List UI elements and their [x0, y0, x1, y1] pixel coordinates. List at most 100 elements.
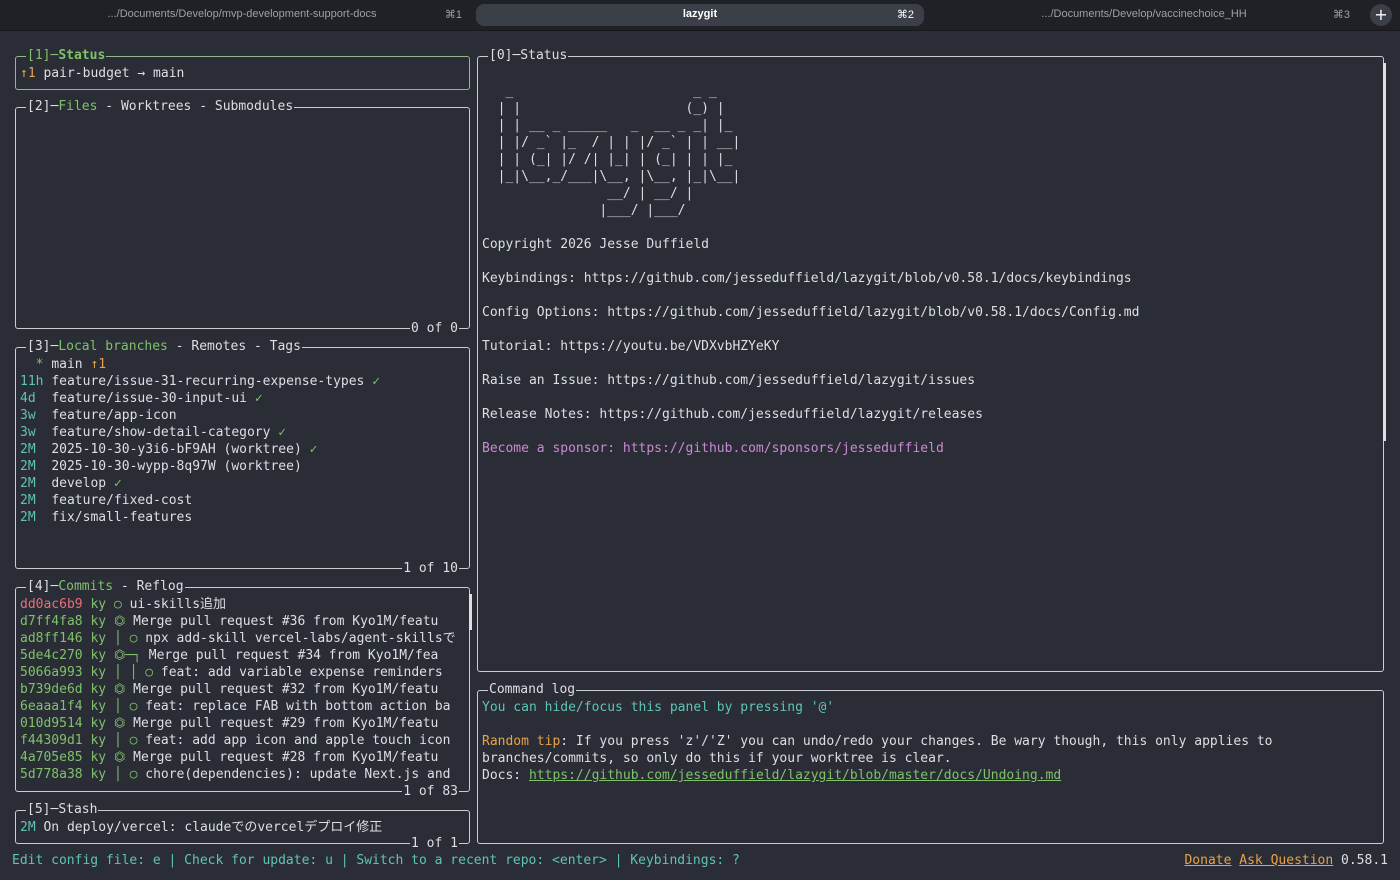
commit-row[interactable]: dd0ac6b9 ky ○ ui-skills追加 [20, 596, 465, 613]
main-scrollbar[interactable] [1383, 63, 1386, 441]
info-link[interactable]: Keybindings: https://github.com/jesseduf… [482, 270, 1379, 287]
version-text: 0.58.1 [1341, 853, 1388, 868]
branch-row[interactable]: 2M 2025-10-30-y3i6-bF9AH (worktree) ✓ [20, 441, 465, 458]
commit-row[interactable]: d7ff4fa8 ky ⏣ Merge pull request #36 fro… [20, 613, 465, 630]
info-link[interactable]: Release Notes: https://github.com/jessed… [482, 406, 1379, 423]
commit-row[interactable]: ad8ff146 ky │ ○ npx add-skill vercel-lab… [20, 630, 465, 647]
commit-row[interactable]: 5d778a38 ky │ ○ chore(dependencies): upd… [20, 766, 465, 783]
command-log-hint: You can hide/focus this panel by pressin… [482, 700, 835, 715]
panel-title: [4]─Commits - Reflog [26, 579, 185, 595]
branch-name: 2025-10-30-wypp-8q97W (worktree) [51, 459, 302, 474]
tab-title: .../Documents/Develop/mvp-development-su… [107, 8, 377, 20]
branch-row[interactable]: * main ↑1 [20, 356, 465, 373]
tab-reflog[interactable]: Reflog [137, 579, 184, 594]
branch-name: feature/show-detail-category [51, 425, 271, 440]
branch-row[interactable]: 2M develop ✓ [20, 475, 465, 492]
tab-files[interactable]: Files [58, 99, 97, 114]
commit-hash: 6eaaa1f4 [20, 699, 83, 714]
ascii-line: __/ | __/ | [482, 186, 694, 201]
check-icon: ✓ [113, 476, 122, 491]
commit-graph: ⏣ [113, 682, 126, 697]
commit-row[interactable]: 6eaaa1f4 ky │ ○ feat: replace FAB with b… [20, 698, 465, 715]
ask-question-link[interactable]: Ask Question [1239, 853, 1333, 868]
branch-row[interactable]: 4d feature/issue-30-input-ui ✓ [20, 390, 465, 407]
files-panel[interactable]: [2]─Files - Worktrees - Submodules 0 of … [15, 99, 470, 337]
branch-name: feature/issue-30-input-ui [51, 391, 247, 406]
command-log-panel[interactable]: Command log You can hide/focus this pane… [477, 682, 1384, 844]
branch-name: 2025-10-30-y3i6-bF9AH (worktree) [51, 442, 302, 457]
panel-title: [0]─Status [488, 48, 569, 64]
check-icon: ✓ [309, 442, 318, 457]
docs-link[interactable]: https://github.com/jesseduffield/lazygit… [529, 768, 1061, 783]
stash-message: On deploy/vercel: claudeでのvercelデプロイ修正 [43, 820, 383, 835]
commit-author: ky [90, 648, 107, 663]
tab-remotes[interactable]: Remotes [191, 339, 246, 354]
tab-title: .../Documents/Develop/vaccinechoice_HH [1041, 8, 1247, 20]
commit-graph: ⏣ [113, 750, 126, 765]
commit-row[interactable]: 5066a993 ky │ │ ○ feat: add variable exp… [20, 664, 465, 681]
branch-row[interactable]: 2M feature/fixed-cost [20, 492, 465, 509]
commit-graph: ○ [113, 597, 122, 612]
info-link[interactable]: Config Options: https://github.com/jesse… [482, 304, 1379, 321]
tip-text: : If you press 'z'/'Z' you can undo/redo… [560, 734, 1273, 749]
stash-item[interactable]: 2M On deploy/vercel: claudeでのvercelデプロイ修… [20, 819, 465, 836]
branch-row[interactable]: 11h feature/issue-31-recurring-expense-t… [20, 373, 465, 390]
panel-title-text: Stash [58, 802, 98, 817]
branch-row[interactable]: 3w feature/show-detail-category ✓ [20, 424, 465, 441]
sponsor-link[interactable]: Become a sponsor: https://github.com/spo… [482, 440, 1379, 457]
commit-row[interactable]: f44309d1 ky │ ○ feat: add app icon and a… [20, 732, 465, 749]
commit-message: feat: replace FAB with bottom action ba [145, 699, 451, 714]
panel-number: [5] [27, 802, 51, 817]
commit-hash: b739de6d [20, 682, 83, 697]
commit-graph: ⏣ [113, 614, 126, 629]
commits-panel[interactable]: [4]─Commits - Reflog dd0ac6b9 ky ○ ui-sk… [15, 579, 472, 800]
commit-row[interactable]: 4a705e85 ky ⏣ Merge pull request #28 fro… [20, 749, 465, 766]
commits-scrollbar[interactable] [469, 594, 472, 630]
branch-age: * [20, 357, 44, 372]
docs-label: Docs: [482, 768, 529, 783]
tab-commits[interactable]: Commits [58, 579, 113, 594]
tab-title: lazygit [682, 8, 718, 20]
tab-tags[interactable]: Tags [270, 339, 301, 354]
tab-submodules[interactable]: Submodules [215, 99, 293, 114]
terminal-tab-3[interactable]: .../Documents/Develop/vaccinechoice_HH ⌘… [928, 4, 1360, 26]
commit-graph: │ │ ○ [113, 665, 154, 680]
tab-shortcut: ⌘3 [1332, 9, 1350, 21]
panel-number: [1] [27, 48, 51, 63]
main-panel[interactable]: [0]─Status _ _ _ | | (_) | | | __ _ ____… [477, 48, 1386, 672]
branch-age: 4d [20, 391, 44, 406]
branch-age: 11h [20, 374, 44, 389]
branch-name: main [51, 357, 83, 372]
panel-number: [3] [27, 339, 51, 354]
branch-name: fix/small-features [51, 510, 193, 525]
new-tab-button[interactable]: + [1370, 4, 1392, 26]
terminal-tab-1[interactable]: .../Documents/Develop/mvp-development-su… [12, 4, 472, 26]
commit-graph: │ ○ [113, 733, 138, 748]
stash-panel[interactable]: [5]─Stash 2M On deploy/vercel: claudeでのv… [15, 802, 470, 852]
tab-worktrees[interactable]: Worktrees [121, 99, 191, 114]
commit-hash: 5066a993 [20, 665, 83, 680]
tab-local-branches[interactable]: Local branches [58, 339, 168, 354]
donate-link[interactable]: Donate [1184, 853, 1231, 868]
commit-row[interactable]: 010d9514 ky ⏣ Merge pull request #29 fro… [20, 715, 465, 732]
info-link[interactable]: Raise an Issue: https://github.com/jesse… [482, 372, 1379, 389]
ascii-line: | | (_| |/ /| |_| | (_| | | |_ [482, 152, 733, 167]
commit-author: ky [90, 699, 107, 714]
branch-name: develop [51, 476, 107, 491]
branches-panel[interactable]: [3]─Local branches - Remotes - Tags * ma… [15, 339, 470, 577]
branch-row[interactable]: 2M fix/small-features [20, 509, 465, 526]
status-panel[interactable]: [1]─Status ↑1 pair-budget → main [15, 48, 470, 90]
ahead-indicator: ↑1 [20, 66, 36, 81]
info-link[interactable]: Tutorial: https://youtu.be/VDXvbHZYeKY [482, 338, 1379, 355]
panel-number: [2] [27, 99, 51, 114]
commit-row[interactable]: b739de6d ky ⏣ Merge pull request #32 fro… [20, 681, 465, 698]
ascii-line: | | __ _ _____ _ __ _ _| |_ [482, 118, 733, 133]
commit-row[interactable]: 5de4c270 ky ⏣─┐ Merge pull request #34 f… [20, 647, 465, 664]
branch-row[interactable]: 2M 2025-10-30-wypp-8q97W (worktree) [20, 458, 465, 475]
panel-title-text: Status [58, 48, 106, 63]
panel-counter: 1 of 10 [402, 561, 459, 577]
branch-age: 2M [20, 510, 44, 525]
terminal-tab-2[interactable]: lazygit ⌘2 [476, 4, 924, 26]
commit-author: ky [90, 767, 107, 782]
branch-row[interactable]: 3w feature/app-icon [20, 407, 465, 424]
